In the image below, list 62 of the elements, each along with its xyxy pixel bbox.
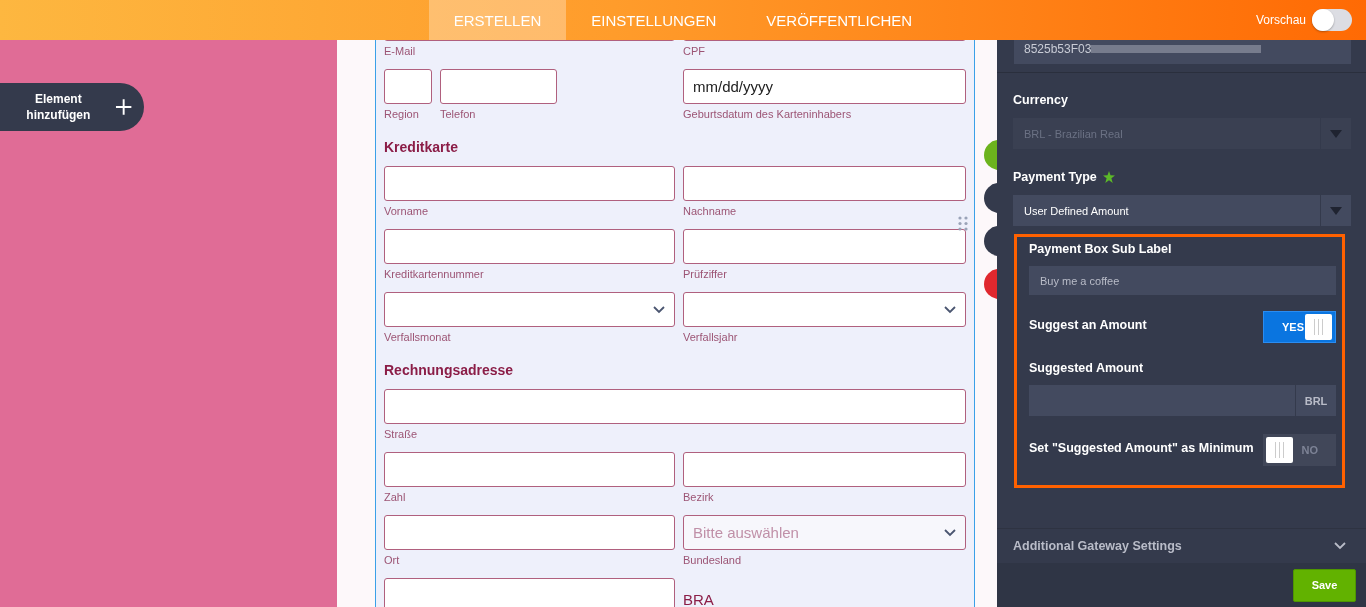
collapsible-section-header[interactable]: Additional Gateway Settings bbox=[997, 528, 1366, 553]
currency-addon: BRL bbox=[1295, 385, 1336, 416]
nav-tab[interactable]: EINSTELLUNGEN bbox=[566, 0, 742, 40]
input-field[interactable] bbox=[384, 452, 675, 487]
field-label: E-Mail bbox=[384, 44, 417, 58]
field-label: Set "Suggested Amount" as Minimum bbox=[1029, 440, 1255, 457]
section-heading: Kreditkarte bbox=[384, 138, 459, 156]
field-label: Bundesland bbox=[683, 553, 743, 567]
text-field[interactable]: 8525b53F03 bbox=[1014, 40, 1351, 64]
country-code: BRA bbox=[683, 590, 715, 607]
caret-down-icon bbox=[1330, 206, 1342, 215]
dropdown[interactable] bbox=[384, 292, 675, 327]
dropdown[interactable]: Bitte auswählen bbox=[683, 515, 966, 550]
field-label: Suggest an Amount bbox=[1029, 317, 1148, 334]
toggle-switch[interactable]: NO bbox=[1263, 434, 1336, 466]
field-label: Prüfziffer bbox=[683, 267, 728, 281]
field-label: Currency bbox=[1013, 92, 1068, 109]
section-title: Additional Gateway Settings bbox=[1013, 539, 1182, 553]
field-label: Payment Box Sub Label bbox=[1029, 241, 1173, 258]
input-field[interactable] bbox=[384, 515, 675, 550]
preview-toggle[interactable] bbox=[1312, 9, 1352, 31]
field-label: Nachname bbox=[683, 204, 738, 218]
chevron-down-icon bbox=[944, 528, 956, 537]
input-field[interactable] bbox=[683, 452, 966, 487]
field-label: Region bbox=[384, 107, 420, 121]
input-field[interactable] bbox=[384, 578, 675, 607]
toggle-switch[interactable]: YES bbox=[1263, 311, 1336, 343]
input-field[interactable] bbox=[683, 229, 966, 264]
dropdown[interactable] bbox=[683, 292, 966, 327]
field-label: Kreditkartennummer bbox=[384, 267, 485, 281]
text-field[interactable]: Buy me a coffee bbox=[1029, 266, 1336, 295]
section-heading: Rechnungsadresse bbox=[384, 361, 515, 379]
field-label: Payment Type bbox=[1013, 169, 1097, 186]
field-label: Zahl bbox=[384, 490, 407, 504]
save-button[interactable]: Save bbox=[1293, 568, 1356, 602]
field-label: Vorname bbox=[384, 204, 430, 218]
caret-down-icon bbox=[1330, 129, 1342, 138]
chevron-down-icon bbox=[944, 305, 956, 314]
preview-label: Vorschau bbox=[1255, 13, 1306, 27]
input-field[interactable] bbox=[683, 166, 966, 201]
field-label: Ort bbox=[384, 553, 401, 567]
drag-handle-icon bbox=[958, 216, 968, 231]
field-label: Suggested Amount bbox=[1029, 360, 1145, 377]
input-field[interactable] bbox=[384, 229, 675, 264]
dropdown[interactable]: User Defined Amount bbox=[1013, 195, 1351, 226]
input-field[interactable]: mm/dd/yyyy bbox=[683, 69, 966, 104]
plus-icon bbox=[114, 98, 132, 116]
input-field[interactable] bbox=[440, 69, 557, 104]
nav-tab[interactable]: ERSTELLEN bbox=[428, 0, 567, 40]
add-element-button[interactable]: Element hinzufügen bbox=[0, 83, 144, 131]
input-field[interactable] bbox=[384, 69, 432, 104]
field-label: CPF bbox=[683, 44, 706, 58]
chevron-down-icon bbox=[653, 305, 665, 314]
input-field[interactable] bbox=[384, 389, 966, 424]
field-label: Geburtsdatum des Karteninhabers bbox=[683, 107, 853, 121]
input-field[interactable] bbox=[384, 166, 675, 201]
nav-tab[interactable]: VERÖFFENTLICHEN bbox=[741, 0, 938, 40]
field-label: Bezirk bbox=[683, 490, 715, 504]
field-label: Verfallsjahr bbox=[683, 330, 739, 344]
field-label: Verfallsmonat bbox=[384, 330, 452, 344]
field-label: Telefon bbox=[440, 107, 477, 121]
field-label: Straße bbox=[384, 427, 418, 441]
